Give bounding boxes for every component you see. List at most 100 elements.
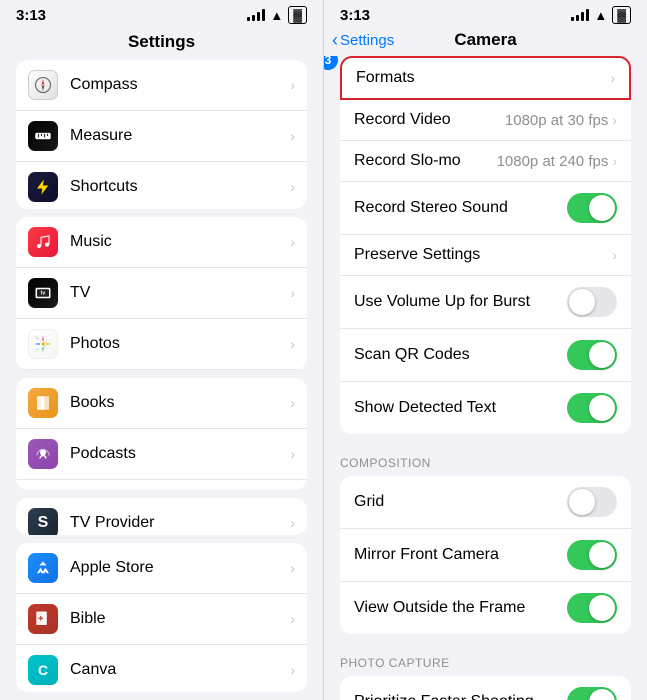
settings-item-tvprovider[interactable]: S TV Provider ›: [16, 498, 307, 535]
scan-qr-toggle[interactable]: [567, 340, 617, 370]
volume-burst-label: Use Volume Up for Burst: [354, 293, 567, 311]
camera-settings-scroll[interactable]: 3 Formats › Record Video 1080p at 30 fps…: [324, 56, 647, 700]
record-slomo-chevron: ›: [612, 153, 617, 169]
back-label: Settings: [340, 32, 394, 49]
settings-item-bible[interactable]: Bible ›: [16, 594, 307, 645]
battery-icon: ▓: [288, 6, 307, 24]
settings-list-5: Apple Store › Bible › C Canva ›: [16, 543, 307, 692]
cam-item-preserve[interactable]: Preserve Settings ›: [340, 235, 631, 276]
signal-icon: [247, 9, 265, 21]
measure-label: Measure: [70, 127, 290, 145]
cam-item-view-outside[interactable]: View Outside the Frame: [340, 582, 631, 634]
right-nav-title: Camera: [454, 30, 516, 50]
wifi-icon: ▲: [270, 8, 283, 23]
tvprovider-label: TV Provider: [70, 514, 290, 532]
settings-item-books[interactable]: Books ›: [16, 378, 307, 429]
mirror-front-label: Mirror Front Camera: [354, 546, 567, 564]
compass-icon: [28, 70, 58, 100]
settings-item-canva[interactable]: C Canva ›: [16, 645, 307, 692]
settings-item-shortcuts[interactable]: Shortcuts ›: [16, 162, 307, 209]
settings-item-tv[interactable]: tv TV ›: [16, 268, 307, 319]
cam-item-record-stereo[interactable]: Record Stereo Sound: [340, 182, 631, 235]
preserve-chevron: ›: [612, 247, 617, 263]
right-battery-icon: ▓: [612, 6, 631, 24]
measure-icon: [28, 121, 58, 151]
grid-toggle[interactable]: [567, 487, 617, 517]
view-outside-toggle[interactable]: [567, 593, 617, 623]
music-icon: [28, 227, 58, 257]
canva-chevron: ›: [290, 662, 295, 678]
back-button[interactable]: ‹ Settings: [332, 30, 394, 51]
show-text-label: Show Detected Text: [354, 399, 567, 417]
composition-section: Grid Mirror Front Camera View Outside th…: [340, 476, 631, 634]
record-video-chevron: ›: [612, 112, 617, 128]
settings-item-appstore[interactable]: Apple Store ›: [16, 543, 307, 594]
record-slomo-label: Record Slo-mo: [354, 152, 497, 170]
cam-item-formats[interactable]: Formats ›: [340, 56, 631, 100]
appstore-chevron: ›: [290, 560, 295, 576]
books-icon: [28, 388, 58, 418]
right-nav: ‹ Settings Camera: [324, 28, 647, 56]
left-status-icons: ▲ ▓: [247, 6, 307, 24]
settings-item-podcasts[interactable]: Podcasts ›: [16, 429, 307, 480]
settings-list-1: Compass › Measure › Shortc: [16, 60, 307, 209]
cam-item-mirror-front[interactable]: Mirror Front Camera: [340, 529, 631, 582]
settings-item-compass[interactable]: Compass ›: [16, 60, 307, 111]
tvprovider-icon: S: [28, 508, 58, 535]
settings-item-photos[interactable]: Photos ›: [16, 319, 307, 369]
formats-label: Formats: [356, 69, 610, 87]
appstore-label: Apple Store: [70, 559, 290, 577]
record-stereo-label: Record Stereo Sound: [354, 199, 567, 217]
main-section-wrapper: 3 Formats › Record Video 1080p at 30 fps…: [324, 56, 647, 434]
shortcuts-label: Shortcuts: [70, 178, 290, 196]
cam-item-volume-burst[interactable]: Use Volume Up for Burst: [340, 276, 631, 329]
canva-label: Canva: [70, 661, 290, 679]
settings-list-3: Books › Podcasts ›: [16, 378, 307, 490]
back-chevron-icon: ‹: [332, 30, 338, 51]
right-panel: 3:13 ▲ ▓ ‹ Settings Camera 3 F: [323, 0, 647, 700]
settings-item-music[interactable]: Music ›: [16, 217, 307, 268]
cam-item-scan-qr[interactable]: Scan QR Codes: [340, 329, 631, 382]
right-status-icons: ▲ ▓: [571, 6, 631, 24]
prioritize-label: Prioritize Faster Shooting: [354, 693, 567, 700]
cam-item-record-video[interactable]: Record Video 1080p at 30 fps ›: [340, 100, 631, 141]
shortcuts-icon: [28, 172, 58, 202]
right-signal-icon: [571, 9, 589, 21]
left-time: 3:13: [16, 7, 46, 24]
formats-chevron: ›: [610, 70, 615, 86]
compass-chevron: ›: [290, 77, 295, 93]
cam-item-show-text[interactable]: Show Detected Text: [340, 382, 631, 434]
svg-text:tv: tv: [41, 291, 46, 297]
bible-label: Bible: [70, 610, 290, 628]
mirror-front-toggle[interactable]: [567, 540, 617, 570]
grid-label: Grid: [354, 493, 567, 511]
photos-label: Photos: [70, 335, 290, 353]
photos-chevron: ›: [290, 336, 295, 352]
canva-icon: C: [28, 655, 58, 685]
tvprovider-chevron: ›: [290, 515, 295, 531]
bible-chevron: ›: [290, 611, 295, 627]
books-chevron: ›: [290, 395, 295, 411]
bible-icon: [28, 604, 58, 634]
cam-item-prioritize[interactable]: Prioritize Faster Shooting: [340, 676, 631, 700]
podcasts-label: Podcasts: [70, 445, 290, 463]
podcasts-chevron: ›: [290, 446, 295, 462]
preserve-label: Preserve Settings: [354, 246, 612, 264]
appstore-icon: [28, 553, 58, 583]
podcasts-icon: [28, 439, 58, 469]
prioritize-toggle[interactable]: [567, 687, 617, 700]
settings-list-2: Music › tv TV ›: [16, 217, 307, 369]
cam-item-record-slomo[interactable]: Record Slo-mo 1080p at 240 fps ›: [340, 141, 631, 182]
volume-burst-toggle[interactable]: [567, 287, 617, 317]
settings-item-gamecenter[interactable]: Game Center ›: [16, 480, 307, 490]
right-status-bar: 3:13 ▲ ▓: [324, 0, 647, 28]
composition-header: COMPOSITION: [324, 442, 647, 476]
settings-item-measure[interactable]: Measure ›: [16, 111, 307, 162]
record-video-value: 1080p at 30 fps: [505, 112, 608, 129]
show-text-toggle[interactable]: [567, 393, 617, 423]
books-label: Books: [70, 394, 290, 412]
compass-label: Compass: [70, 76, 290, 94]
cam-item-grid[interactable]: Grid: [340, 476, 631, 529]
formats-badge: 3: [324, 56, 338, 70]
record-stereo-toggle[interactable]: [567, 193, 617, 223]
